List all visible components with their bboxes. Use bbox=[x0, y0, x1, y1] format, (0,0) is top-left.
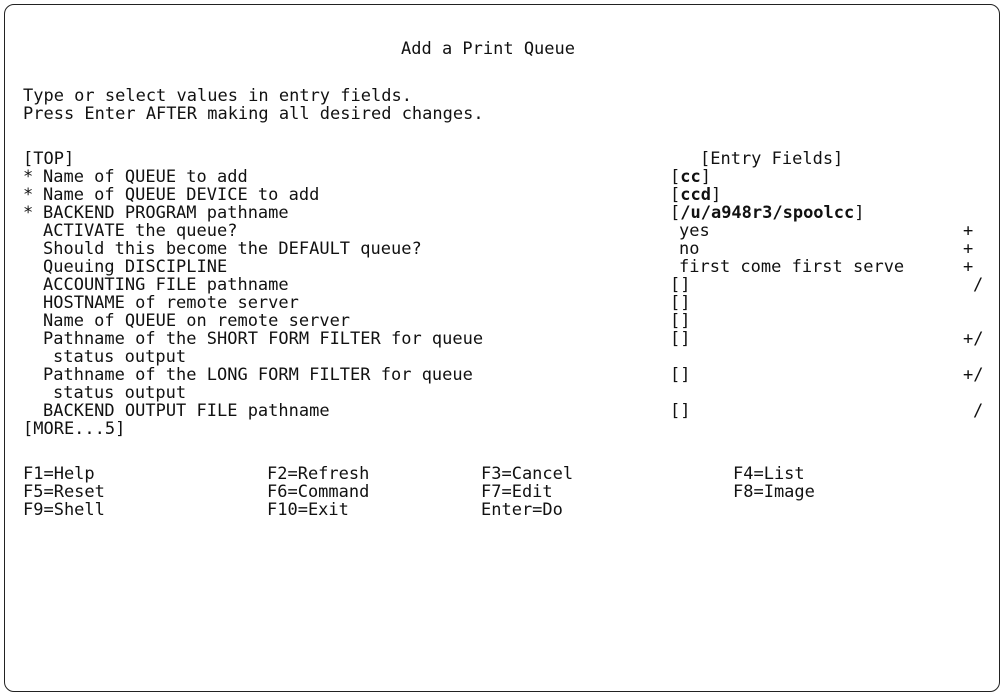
field-label-default-queue: Should this become the DEFAULT queue? bbox=[43, 239, 422, 259]
field-value-accounting-file[interactable]: [] bbox=[670, 275, 690, 295]
instruction-line-2: Press Enter AFTER making all desired cha… bbox=[23, 104, 484, 124]
field-label-long-form-filter: Pathname of the LONG FORM FILTER for que… bbox=[43, 365, 473, 385]
field-label-accounting-file: ACCOUNTING FILE pathname bbox=[43, 275, 289, 295]
f7-edit-key[interactable]: F7=Edit bbox=[481, 482, 553, 502]
f5-reset-key[interactable]: F5=Reset bbox=[23, 482, 105, 502]
queue-device-value[interactable]: ccd bbox=[680, 185, 711, 205]
f10-exit-key[interactable]: F10=Exit bbox=[267, 500, 349, 520]
f9-shell-key[interactable]: F9=Shell bbox=[23, 500, 105, 520]
f4-list-key[interactable]: F4=List bbox=[733, 464, 805, 484]
field-value-remote-queue[interactable]: [] bbox=[670, 311, 690, 331]
field-label-short-form-filter: Pathname of the SHORT FORM FILTER for qu… bbox=[43, 329, 484, 349]
more-marker: [MORE...5] bbox=[23, 419, 126, 439]
entry-fields-header: [Entry Fields] bbox=[700, 149, 844, 169]
list-indicator: + bbox=[963, 239, 974, 259]
queue-name-value[interactable]: cc bbox=[680, 167, 700, 187]
field-value-remote-hostname[interactable]: [] bbox=[670, 293, 690, 313]
f6-command-key[interactable]: F6=Command bbox=[267, 482, 369, 502]
list-indicator: + bbox=[963, 257, 974, 277]
field-label-remote-hostname: HOSTNAME of remote server bbox=[43, 293, 299, 313]
f1-help-key[interactable]: F1=Help bbox=[23, 464, 95, 484]
field-value-short-form-filter[interactable]: [] bbox=[670, 329, 690, 349]
field-value-queue-name[interactable]: [cc] bbox=[670, 167, 711, 187]
field-label-short-form-filter-cont: status output bbox=[53, 347, 187, 367]
field-label-queue-device: Name of QUEUE DEVICE to add bbox=[43, 185, 320, 205]
list-indicator: + bbox=[963, 221, 974, 241]
f2-refresh-key[interactable]: F2=Refresh bbox=[267, 464, 369, 484]
file-indicator: / bbox=[973, 275, 984, 295]
instruction-line-1: Type or select values in entry fields. bbox=[23, 86, 412, 106]
required-marker: * bbox=[23, 185, 34, 205]
f8-image-key[interactable]: F8=Image bbox=[733, 482, 815, 502]
field-label-queuing-discipline: Queuing DISCIPLINE bbox=[43, 257, 228, 277]
list-file-indicator: +/ bbox=[963, 365, 984, 385]
required-marker: * bbox=[23, 203, 34, 223]
field-value-backend-program[interactable]: [/u/a948r3/spoolcc] bbox=[670, 203, 865, 223]
field-label-backend-program: BACKEND PROGRAM pathname bbox=[43, 203, 289, 223]
field-value-activate[interactable]: yes bbox=[679, 221, 710, 241]
field-value-queuing-discipline[interactable]: first come first serve bbox=[679, 257, 904, 277]
page-title: Add a Print Queue bbox=[401, 39, 575, 59]
field-value-default-queue[interactable]: no bbox=[679, 239, 699, 259]
field-value-long-form-filter[interactable]: [] bbox=[670, 365, 690, 385]
field-value-queue-device[interactable]: [ccd] bbox=[670, 185, 721, 205]
field-label-backend-output-file: BACKEND OUTPUT FILE pathname bbox=[43, 401, 330, 421]
backend-program-value[interactable]: /u/a948r3/spoolcc bbox=[680, 203, 854, 223]
field-label-queue-name: Name of QUEUE to add bbox=[43, 167, 248, 187]
field-label-activate: ACTIVATE the queue? bbox=[43, 221, 238, 241]
enter-do-key[interactable]: Enter=Do bbox=[481, 500, 563, 520]
top-marker: [TOP] bbox=[23, 149, 75, 169]
field-label-remote-queue: Name of QUEUE on remote server bbox=[43, 311, 351, 331]
field-label-long-form-filter-cont: status output bbox=[53, 383, 187, 403]
field-value-backend-output-file[interactable]: [] bbox=[670, 401, 690, 421]
file-indicator: / bbox=[973, 401, 984, 421]
smit-screen: Add a Print Queue Type or select values … bbox=[4, 4, 1000, 692]
f3-cancel-key[interactable]: F3=Cancel bbox=[481, 464, 573, 484]
list-file-indicator: +/ bbox=[963, 329, 984, 349]
required-marker: * bbox=[23, 167, 34, 187]
